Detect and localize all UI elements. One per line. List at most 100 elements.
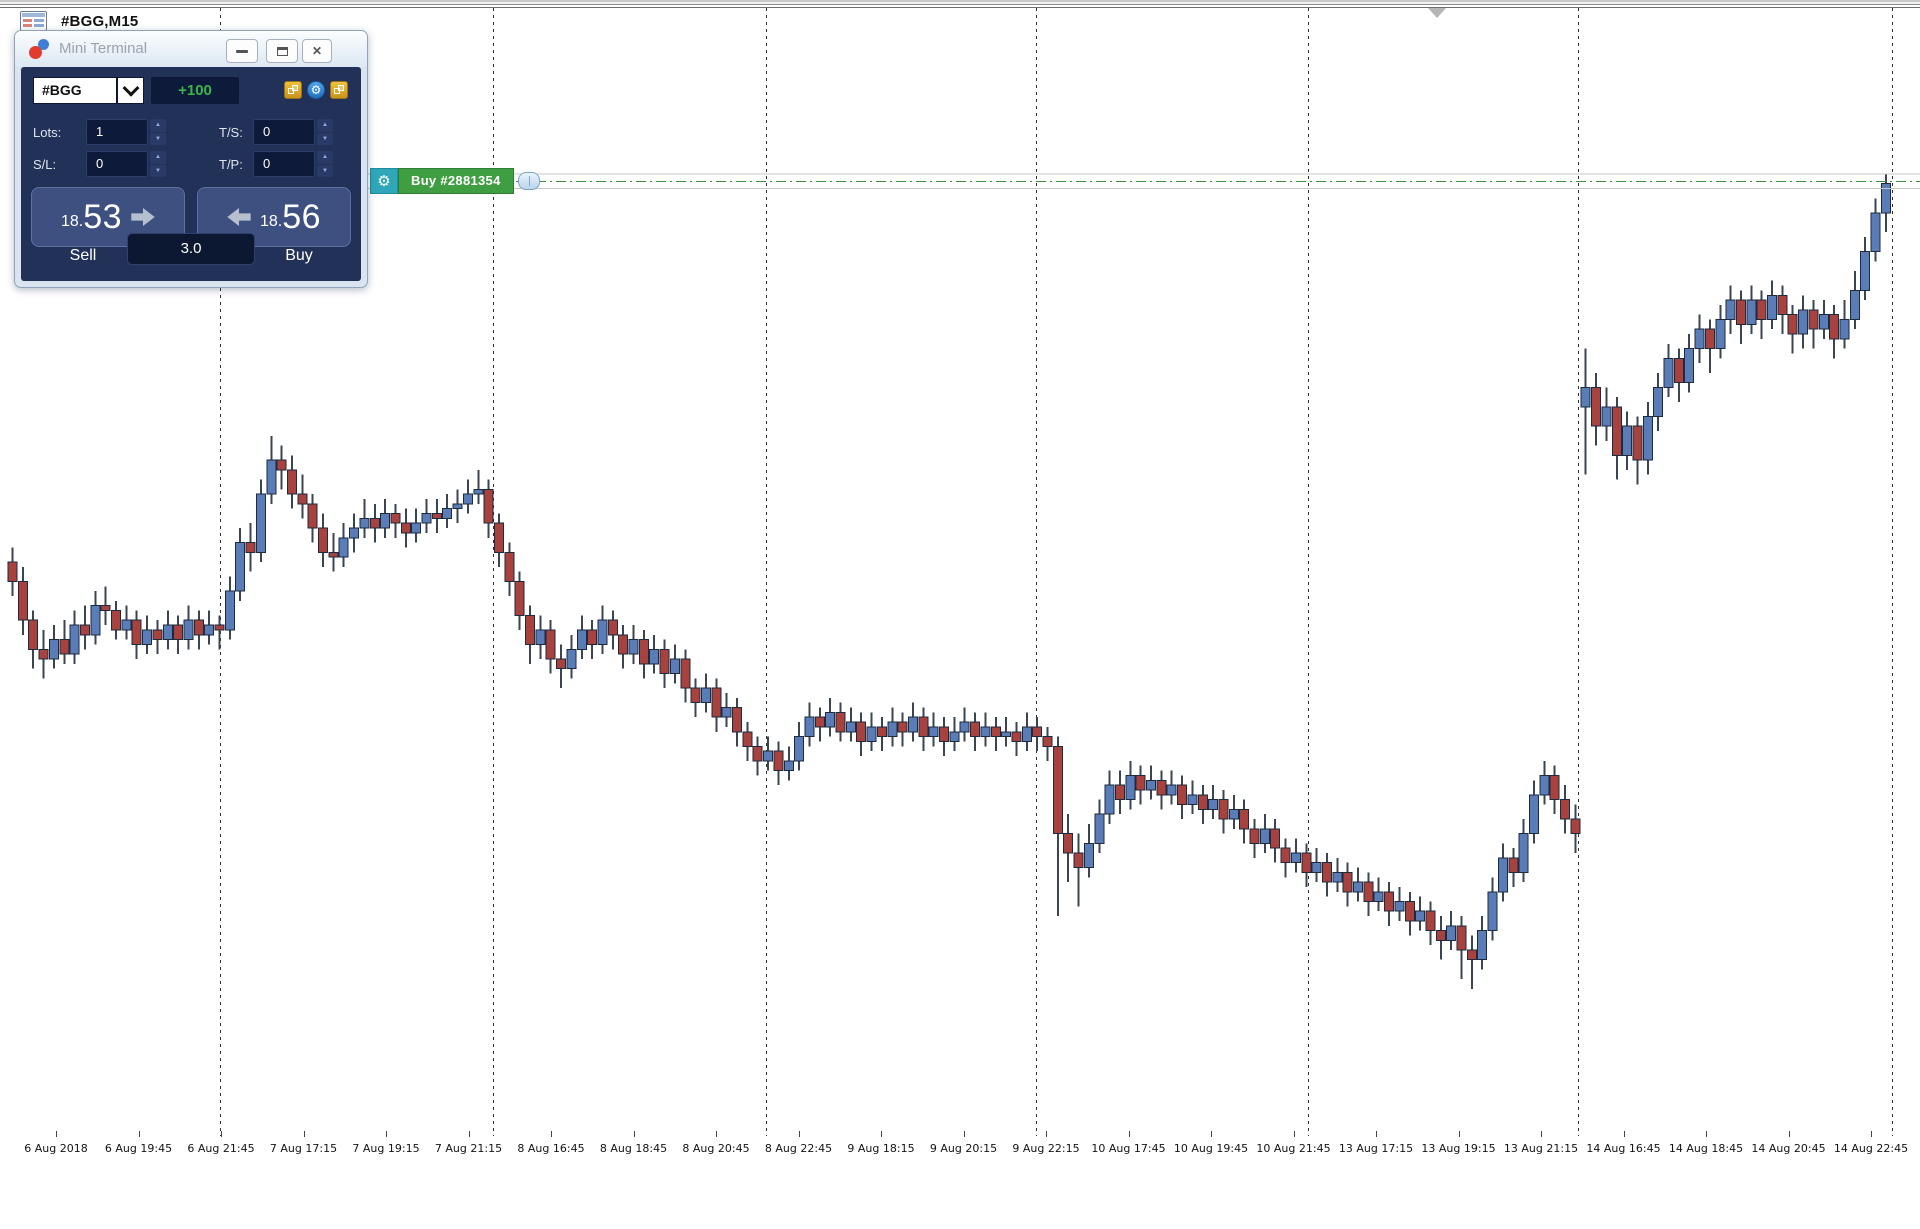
candle — [193, 610, 204, 650]
candle — [1632, 416, 1643, 485]
candle — [1818, 300, 1829, 339]
candle — [1528, 780, 1539, 844]
candle — [1187, 780, 1198, 815]
buy-price-big: 56 — [282, 197, 322, 236]
candle — [556, 644, 567, 689]
candle — [224, 576, 235, 640]
trailing-stop-stepper[interactable]: ▲ ▼ — [317, 119, 333, 145]
symbol-field[interactable]: #BGG — [33, 77, 117, 104]
candle — [38, 629, 49, 679]
candle — [825, 697, 836, 737]
candle — [1073, 833, 1084, 907]
minimize-button[interactable] — [226, 39, 258, 63]
candle — [504, 542, 515, 596]
candle — [286, 455, 297, 509]
axis-tick — [633, 1131, 635, 1137]
stepper-down-icon[interactable]: ▼ — [317, 132, 333, 145]
time-axis-label: 6 Aug 19:45 — [104, 1142, 173, 1155]
candle — [1104, 770, 1115, 824]
time-axis-label: 10 Aug 19:45 — [1173, 1142, 1249, 1155]
candle — [1353, 867, 1363, 902]
candle — [1373, 877, 1384, 912]
order-flag[interactable]: ⚙ Buy #2881354 — [370, 168, 540, 194]
candle — [431, 498, 442, 533]
candle — [876, 717, 887, 752]
candle — [1114, 770, 1125, 815]
close-button[interactable]: ✕ — [302, 39, 332, 63]
candle — [421, 498, 432, 533]
stop-loss-stepper[interactable]: ▲ ▼ — [150, 151, 166, 177]
time-axis-label: 6 Aug 2018 — [24, 1142, 88, 1155]
sell-price-small: 18. — [60, 213, 84, 230]
axis-tick — [1458, 1131, 1460, 1137]
candle — [1549, 765, 1560, 815]
stepper-up-icon[interactable]: ▲ — [150, 119, 166, 132]
time-axis-label: 7 Aug 17:15 — [269, 1142, 338, 1155]
lots-input[interactable]: 1 — [86, 119, 148, 145]
candle — [638, 629, 649, 679]
gear-icon: ⚙ — [310, 83, 322, 97]
symbol-dropdown-button[interactable] — [117, 77, 144, 104]
order-settings-icon[interactable]: ⚙ — [370, 168, 398, 194]
axis-tick — [1623, 1131, 1625, 1137]
time-axis-label: 9 Aug 22:15 — [1012, 1142, 1080, 1155]
candle — [1166, 770, 1177, 805]
time-axis-label: 9 Aug 18:15 — [847, 1142, 915, 1155]
stepper-down-icon[interactable]: ▼ — [317, 164, 333, 177]
candle — [1404, 891, 1415, 936]
candle — [690, 678, 701, 718]
trailing-stop-input[interactable]: 0 — [253, 119, 315, 145]
order-label[interactable]: Buy #2881354 — [398, 168, 514, 194]
stepper-down-icon[interactable]: ▼ — [150, 164, 166, 177]
candle — [69, 610, 80, 664]
chart-document-icon — [20, 11, 47, 31]
order-drag-handle[interactable] — [517, 172, 540, 190]
new-order-window-button[interactable] — [284, 81, 302, 99]
stepper-down-icon[interactable]: ▼ — [150, 132, 166, 145]
candle — [411, 508, 422, 543]
duplicate-terminal-button[interactable] — [330, 81, 348, 99]
candle — [1477, 916, 1488, 970]
candle — [1849, 271, 1860, 330]
time-axis-label: 8 Aug 18:45 — [599, 1142, 668, 1155]
axis-tick — [1046, 1131, 1047, 1137]
candle — [525, 605, 535, 664]
stepper-up-icon[interactable]: ▲ — [317, 119, 333, 132]
candle — [245, 523, 256, 572]
candle — [48, 625, 59, 669]
take-profit-stepper[interactable]: ▲ ▼ — [317, 151, 333, 177]
candle — [462, 479, 473, 514]
candle — [183, 605, 194, 650]
candle — [1280, 838, 1291, 878]
candle — [1860, 237, 1871, 301]
stepper-up-icon[interactable]: ▲ — [317, 151, 333, 164]
time-axis-label: 14 Aug 20:45 — [1751, 1142, 1826, 1155]
lots-stepper[interactable]: ▲ ▼ — [150, 119, 166, 145]
candle — [1653, 372, 1664, 432]
take-profit-input[interactable]: 0 — [253, 151, 315, 177]
candle — [1063, 814, 1074, 883]
settings-button[interactable]: ⚙ — [307, 81, 325, 99]
candle — [1042, 726, 1053, 761]
axis-tick — [798, 1131, 800, 1137]
candle — [90, 591, 101, 645]
time-axis-label: 13 Aug 17:15 — [1338, 1142, 1414, 1155]
mini-terminal-titlebar[interactable]: Mini Terminal ✕ — [15, 31, 367, 67]
stop-loss-input[interactable]: 0 — [86, 151, 148, 177]
candle — [607, 610, 618, 650]
candle — [700, 673, 711, 713]
candle — [1321, 853, 1332, 897]
copy-window-icon — [334, 85, 344, 95]
candle — [1208, 785, 1219, 820]
candle — [918, 707, 929, 752]
candle — [400, 508, 411, 548]
candle — [28, 610, 39, 669]
candle — [1673, 348, 1684, 402]
candle — [752, 736, 763, 776]
time-axis-label: 8 Aug 16:45 — [517, 1142, 585, 1155]
candle — [1218, 789, 1229, 834]
stepper-up-icon[interactable]: ▲ — [150, 151, 166, 164]
maximize-button[interactable] — [266, 39, 298, 63]
candle — [111, 600, 121, 640]
candle — [939, 717, 949, 756]
